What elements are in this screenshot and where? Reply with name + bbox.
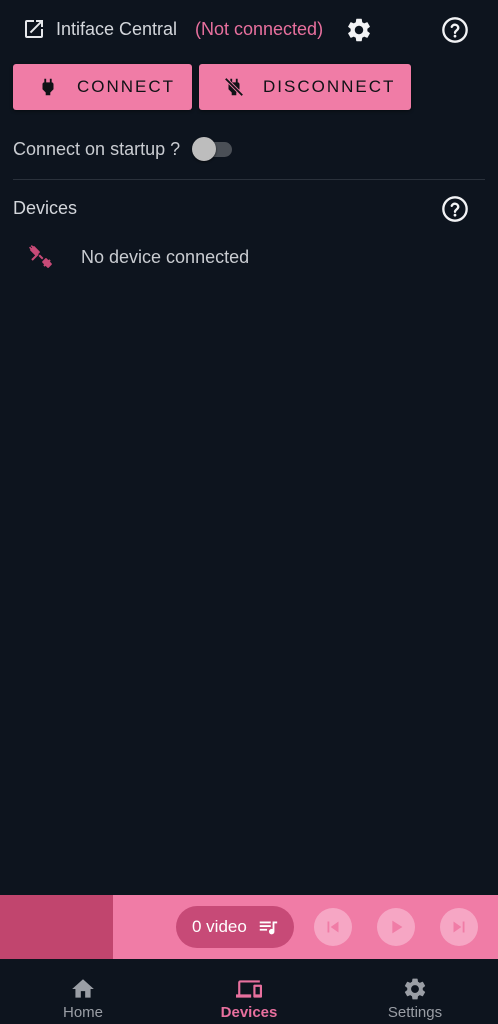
nav-label: Devices: [220, 1004, 278, 1021]
nav-item-home[interactable]: Home: [28, 976, 138, 1024]
video-thumbnail[interactable]: [0, 895, 113, 959]
help-circle-icon[interactable]: [441, 195, 469, 223]
toggle-knob: [192, 137, 216, 161]
open-in-new-icon[interactable]: [22, 17, 46, 41]
plug-icon: [42, 78, 54, 96]
video-queue-button[interactable]: 0 video: [176, 906, 294, 948]
devices-section-title: Devices: [13, 198, 78, 218]
video-count: 0 video: [192, 917, 247, 936]
skip-next-icon: [453, 921, 465, 933]
connect-on-startup-toggle[interactable]: [192, 137, 234, 161]
connection-status: (Not connected): [195, 19, 324, 39]
nav-label: Home: [62, 1004, 103, 1021]
skip-previous-icon: [327, 921, 339, 933]
no-device-label: No device connected: [81, 247, 250, 267]
previous-button[interactable]: [314, 908, 352, 946]
nav-item-devices[interactable]: Devices: [194, 976, 304, 1024]
unplugged-icon: [28, 244, 52, 268]
disconnect-button[interactable]: DISCONNECT: [199, 64, 411, 110]
media-player-bar: 0 video: [0, 895, 498, 959]
app-header: Intiface Central (Not connected): [0, 12, 498, 46]
connect-on-startup-row: Connect on startup ?: [13, 136, 313, 162]
next-button[interactable]: [440, 908, 478, 946]
connect-on-startup-label: Connect on startup ?: [13, 139, 181, 159]
plug-off-icon: [224, 77, 244, 97]
devices-icon: [236, 980, 262, 998]
help-circle-icon[interactable]: [441, 16, 469, 44]
home-icon: [72, 979, 94, 998]
bottom-navigation: Home Devices Settings: [0, 964, 498, 1024]
app-screen: Intiface Central (Not connected) CONNECT…: [0, 0, 498, 1024]
connect-label: CONNECT: [77, 77, 176, 96]
play-button[interactable]: [377, 908, 415, 946]
nav-label: Settings: [387, 1004, 443, 1021]
divider: [13, 179, 485, 180]
nav-item-settings[interactable]: Settings: [360, 976, 470, 1024]
gear-icon: [404, 978, 426, 1000]
no-device-row: No device connected: [26, 242, 426, 272]
connect-button[interactable]: CONNECT: [13, 64, 192, 110]
app-title: Intiface Central: [56, 19, 178, 39]
gear-icon[interactable]: [345, 16, 373, 44]
queue-music-icon: [259, 921, 277, 935]
disconnect-label: DISCONNECT: [263, 77, 396, 96]
play-icon: [392, 920, 403, 934]
